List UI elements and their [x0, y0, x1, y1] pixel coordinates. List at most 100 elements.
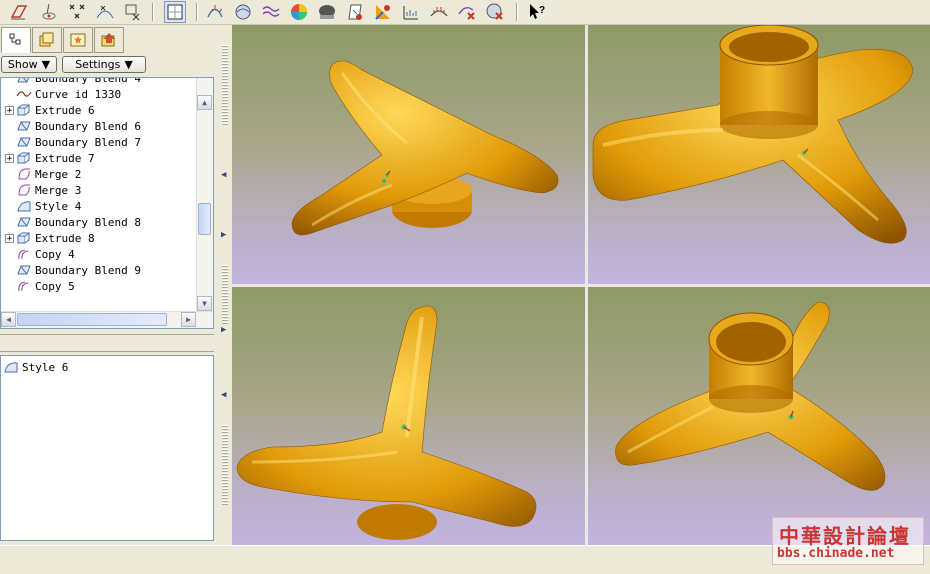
model-tree: Boundary Blend 4 Curve id 1330 + Extrude 6 B…: [0, 77, 214, 329]
tree-item[interactable]: + Extrude 8: [1, 230, 197, 246]
tree-button-row: Show ▼ Settings ▼: [0, 55, 218, 75]
blend-feature-icon: [16, 263, 35, 277]
tree-item-label: Boundary Blend 8: [35, 215, 141, 229]
whats-this-icon[interactable]: ?: [526, 1, 548, 23]
tree-item[interactable]: Copy 5: [1, 278, 197, 294]
tree-item[interactable]: Merge 2: [1, 166, 197, 182]
tree-item-label: Boundary Blend 6: [35, 119, 141, 133]
tree-item[interactable]: + Extrude 6: [1, 102, 197, 118]
collapse-arrow-icon[interactable]: ◀: [221, 390, 226, 400]
tree-item-label: Style 4: [35, 199, 82, 213]
style-feature-icon: [4, 362, 18, 373]
detail-tree: Style 6: [0, 355, 214, 541]
watermark-url: bbs.chinade.net: [777, 546, 895, 561]
expand-toggle-icon[interactable]: +: [5, 233, 14, 243]
watermark: 中華設計論壇 bbs.chinade.net: [772, 517, 924, 565]
tree-item-label: Copy 4: [35, 247, 75, 261]
tree-item[interactable]: Boundary Blend 4: [1, 78, 197, 86]
model-tree-tab[interactable]: [1, 27, 31, 53]
chevron-down-icon: ▼: [124, 58, 133, 71]
horizontal-scrollbar[interactable]: ◀ ▶: [1, 311, 213, 328]
scroll-right-button[interactable]: ▶: [181, 312, 196, 327]
blend-feature-icon: [16, 119, 35, 133]
tree-item[interactable]: Boundary Blend 8: [1, 214, 197, 230]
extrude-feature-icon: [16, 231, 35, 245]
draft-check-icon[interactable]: [344, 1, 366, 23]
blend-feature-icon: [16, 78, 35, 85]
tree-item[interactable]: Style 4: [1, 198, 197, 214]
shading-icon[interactable]: [260, 1, 282, 23]
expand-arrow-icon[interactable]: ▶: [221, 230, 226, 240]
curve-feature-icon: [16, 87, 35, 101]
favorites-tab[interactable]: [63, 27, 93, 53]
tree-item[interactable]: Copy 4: [1, 246, 197, 262]
tripod-part-model: [236, 305, 537, 540]
scroll-left-button[interactable]: ◀: [1, 312, 16, 327]
tree-item[interactable]: Boundary Blend 9: [1, 262, 197, 278]
scroll-thumb-horizontal[interactable]: [17, 313, 167, 326]
layers-tab[interactable]: [32, 27, 62, 53]
copy-feature-icon: [16, 247, 35, 261]
tree-item[interactable]: Boundary Blend 6: [1, 118, 197, 134]
merge-feature-icon: [16, 167, 35, 181]
settings-label: Settings: [75, 58, 121, 71]
scroll-down-button[interactable]: ▼: [197, 296, 212, 311]
delete-analysis-icon[interactable]: [456, 1, 478, 23]
tree-item-label: Extrude 6: [35, 103, 95, 117]
tree-item-label: Extrude 8: [35, 231, 95, 245]
copy-feature-icon: [16, 279, 35, 293]
curvature-icon[interactable]: [204, 1, 226, 23]
expand-toggle-icon[interactable]: +: [5, 153, 14, 163]
datum-point-icon[interactable]: [38, 1, 60, 23]
blend-feature-icon: [16, 215, 35, 229]
graphics-viewport-2[interactable]: [588, 24, 930, 285]
vertical-scrollbar[interactable]: ▲ ▼: [196, 78, 213, 313]
tree-item-label: Boundary Blend 9: [35, 263, 141, 277]
tree-item[interactable]: Merge 3: [1, 182, 197, 198]
scroll-up-button[interactable]: ▲: [197, 95, 212, 110]
reflection-icon[interactable]: [316, 1, 338, 23]
viewport-divider: [232, 284, 930, 287]
panel-collapse-bar[interactable]: ◀ ▶ ▶ ◀: [218, 25, 232, 545]
collapse-arrow-icon[interactable]: ◀: [221, 170, 226, 180]
expand-toggle-icon[interactable]: +: [5, 105, 14, 115]
sketch-plane-icon[interactable]: [8, 1, 30, 23]
offset-curve-icon[interactable]: [232, 1, 254, 23]
expand-arrow-icon[interactable]: ▶: [221, 325, 226, 335]
scroll-thumb[interactable]: [198, 203, 211, 235]
svg-text:?: ?: [539, 5, 545, 16]
tree-item[interactable]: Curve id 1330: [1, 86, 197, 102]
show-label: Show: [7, 58, 38, 71]
tree-item-label: Copy 5: [35, 279, 75, 293]
trim-curve-icon[interactable]: [122, 1, 144, 23]
graphics-viewport-1[interactable]: [232, 25, 585, 285]
blend-feature-icon: [16, 135, 35, 149]
navigator-tabs: [0, 25, 218, 53]
settings-dropdown[interactable]: Settings ▼: [62, 56, 146, 73]
tree-item[interactable]: + Extrude 7: [1, 150, 197, 166]
tree-item-label: Merge 3: [35, 183, 82, 197]
graphics-viewport-3[interactable]: [232, 287, 585, 545]
clear-analysis-icon[interactable]: [484, 1, 506, 23]
show-dropdown[interactable]: Show ▼: [1, 56, 57, 73]
deviation-icon[interactable]: [428, 1, 450, 23]
settings-tab[interactable]: [94, 27, 124, 53]
curve-points-icon[interactable]: [94, 1, 116, 23]
tree-item[interactable]: Boundary Blend 7: [1, 134, 197, 150]
create-points-icon[interactable]: [66, 1, 88, 23]
tripod-part-model: [615, 301, 886, 491]
surface-analysis-icon[interactable]: [288, 1, 310, 23]
section-icon[interactable]: [372, 1, 394, 23]
tree-item-label: Merge 2: [35, 167, 82, 181]
watermark-chinese: 中華設計論壇: [779, 524, 911, 548]
extrude-feature-icon: [16, 103, 35, 117]
style-feature-icon: [16, 199, 35, 213]
list-item[interactable]: Style 6: [1, 359, 197, 375]
panel-splitter[interactable]: [0, 334, 214, 352]
tree-item-label: Boundary Blend 7: [35, 135, 141, 149]
porcupine-icon[interactable]: [400, 1, 422, 23]
graphics-viewport-4[interactable]: [588, 287, 930, 545]
view-mode-icon[interactable]: [164, 1, 186, 23]
chevron-down-icon: ▼: [41, 58, 51, 71]
tripod-part-model: [291, 60, 559, 236]
